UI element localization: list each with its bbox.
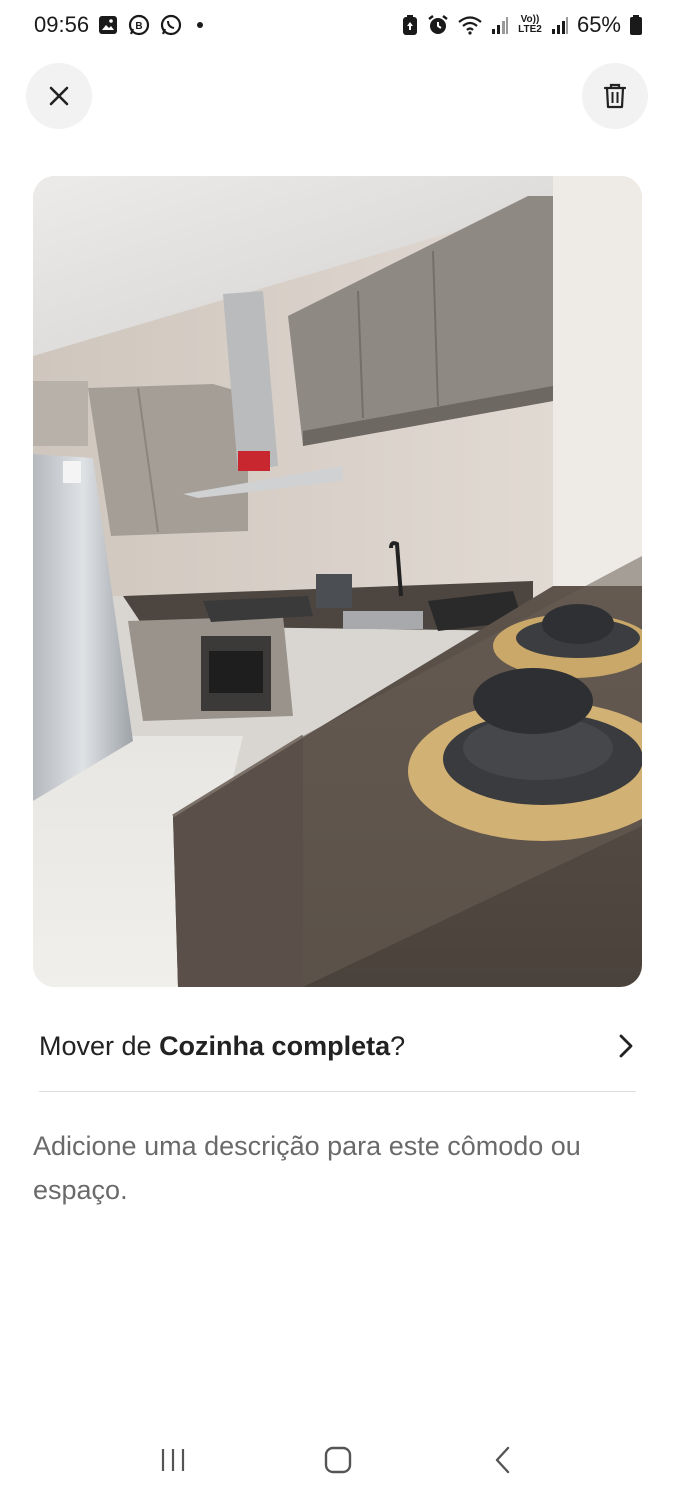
room-name: Cozinha completa bbox=[159, 1030, 391, 1061]
kitchen-photo-illustration bbox=[33, 176, 642, 987]
delete-photo-button[interactable] bbox=[582, 63, 648, 129]
home-icon bbox=[324, 1446, 351, 1474]
chevron-right-icon bbox=[619, 1034, 633, 1058]
volte-label: Vo)) LTE2 bbox=[518, 14, 542, 35]
notification-dot bbox=[197, 22, 204, 28]
home-button[interactable] bbox=[298, 1430, 378, 1490]
description-placeholder: Adicione uma descrição para este cômodo … bbox=[33, 1131, 581, 1205]
volte-lte2-icon: Vo)) LTE2 bbox=[517, 15, 543, 35]
recent-apps-icon bbox=[161, 1449, 184, 1471]
status-right: Vo)) LTE2 65% bbox=[401, 12, 643, 38]
description-input[interactable]: Adicione uma descrição para este cômodo … bbox=[33, 1124, 643, 1212]
whatsapp-business-icon: B bbox=[127, 13, 151, 37]
svg-text:B: B bbox=[135, 21, 142, 32]
close-button[interactable] bbox=[26, 63, 92, 129]
status-time: 09:56 bbox=[34, 12, 90, 37]
room-photo[interactable] bbox=[33, 176, 642, 987]
status-bar: 09:56 B Vo)) LTE2 65% bbox=[0, 0, 675, 50]
move-prefix: Mover de bbox=[39, 1030, 160, 1061]
move-to-room-row[interactable]: Mover de Cozinha completa? bbox=[39, 1016, 636, 1076]
move-to-room-text: Mover de Cozinha completa? bbox=[39, 1031, 405, 1062]
battery-percentage: 65% bbox=[576, 12, 621, 37]
photo-edit-screen: 09:56 B Vo)) LTE2 65% Mover de Cozinha c… bbox=[0, 0, 675, 1500]
battery-saver-icon bbox=[401, 14, 419, 36]
system-nav-bar bbox=[0, 1420, 675, 1500]
trash-icon bbox=[603, 83, 627, 109]
close-icon bbox=[49, 86, 69, 106]
whatsapp-icon bbox=[159, 13, 183, 37]
wifi-icon bbox=[457, 14, 483, 36]
divider bbox=[39, 1091, 636, 1092]
move-suffix: ? bbox=[390, 1030, 406, 1061]
status-left: 09:56 B bbox=[34, 12, 204, 38]
back-icon bbox=[495, 1446, 509, 1474]
gallery-icon bbox=[97, 14, 119, 36]
battery-icon bbox=[629, 14, 643, 36]
signal-icon bbox=[491, 15, 509, 35]
alarm-icon bbox=[427, 14, 449, 36]
back-button[interactable] bbox=[463, 1430, 543, 1490]
recent-apps-button[interactable] bbox=[133, 1430, 213, 1490]
signal-icon bbox=[551, 15, 569, 35]
